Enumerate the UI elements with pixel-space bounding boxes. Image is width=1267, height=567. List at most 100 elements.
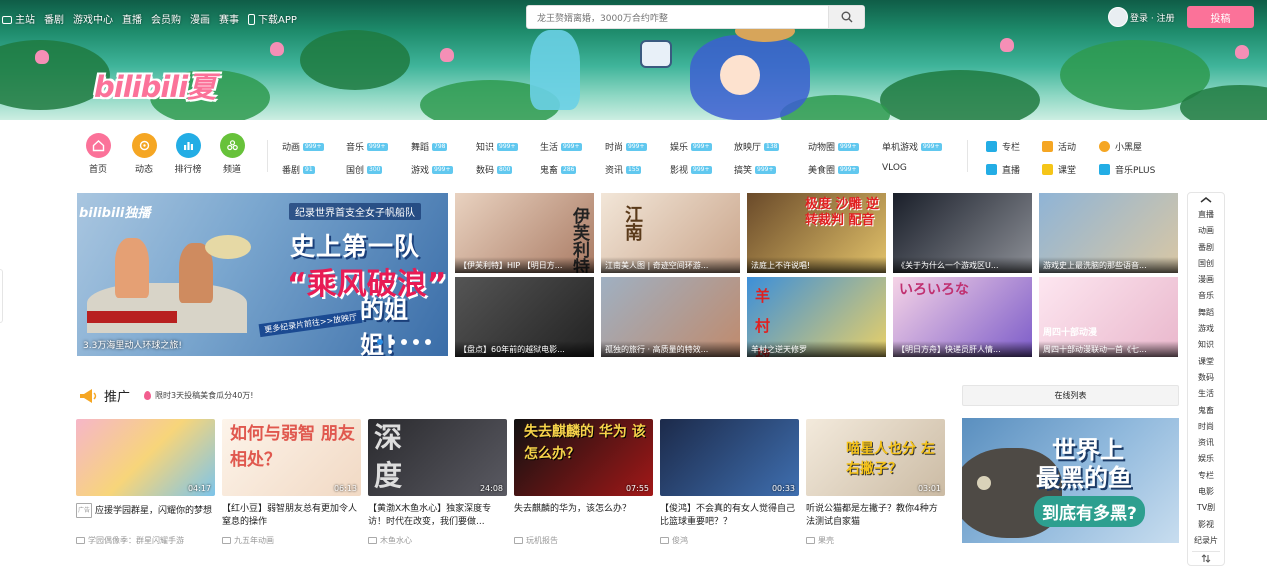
carousel-dot[interactable] <box>377 339 383 345</box>
side-nav-item[interactable]: 漫画 <box>1188 272 1224 288</box>
search-input[interactable] <box>527 8 827 30</box>
video-cover[interactable]: 00:33 <box>660 419 799 496</box>
video-title[interactable]: 听说公猫都是左撇子？教你4种方法测试自家猫 <box>806 503 945 529</box>
link-live[interactable]: 直播 <box>986 163 1020 176</box>
video-cover[interactable]: 如何与弱智 朋友相处？ 06:13 <box>222 419 361 496</box>
nav-match[interactable]: 赛事 <box>219 11 239 26</box>
quicknav-channel[interactable]: 频道 <box>212 133 252 175</box>
side-nav-item[interactable]: 直播 <box>1188 207 1224 223</box>
left-edge-handle[interactable] <box>0 269 3 323</box>
promo-subtitle[interactable]: 限时3天投稿美食瓜分40万! <box>144 390 254 401</box>
video-thumb[interactable]: いろいろな 【明日方舟】快递员肝人情... <box>893 277 1032 357</box>
uploader-link[interactable]: 木鱼水心 <box>368 535 507 546</box>
nav-mall[interactable]: 会员购 <box>151 11 181 26</box>
nav-manga[interactable]: 漫画 <box>190 11 210 26</box>
uploader-link[interactable]: 玩机报告 <box>514 535 653 546</box>
video-cover[interactable]: 深度 专访24:08 <box>368 419 507 496</box>
promo-video-card[interactable]: 04:17 广告 应援学园群星，闪耀你的梦想学园偶像季：群星闪耀手游 <box>76 419 215 546</box>
category-link[interactable]: 影视 999+ <box>670 163 712 176</box>
side-nav-item[interactable]: 数码 <box>1188 370 1224 386</box>
feature-ad-card[interactable]: 世界上 最黑的鱼 到底有多黑? <box>962 418 1179 543</box>
login-register-link[interactable]: 登录 · 注册 <box>1130 11 1175 24</box>
online-list-button[interactable]: 在线列表 <box>962 385 1179 406</box>
category-link[interactable]: 游戏 999+ <box>411 163 453 176</box>
carousel-dot[interactable] <box>425 339 431 345</box>
side-nav-item[interactable]: 音乐 <box>1188 288 1224 304</box>
carousel-dot[interactable] <box>413 339 419 345</box>
category-link[interactable]: 时尚 999+ <box>605 140 647 153</box>
category-link[interactable]: 生活 999+ <box>540 140 582 153</box>
category-link[interactable]: 动画 999+ <box>282 140 324 153</box>
video-cover[interactable]: 04:17 <box>76 419 215 496</box>
nav-game-center[interactable]: 游戏中心 <box>73 11 113 26</box>
nav-download-app[interactable]: 下载APP <box>248 11 297 26</box>
quicknav-home[interactable]: 首页 <box>78 133 118 175</box>
hero-subline[interactable]: 更多纪录片前往>>放映厅 <box>258 309 363 338</box>
carousel-dot[interactable] <box>401 339 407 345</box>
category-link[interactable]: 美食圈 999+ <box>808 163 859 176</box>
sort-icon[interactable] <box>1192 551 1220 565</box>
video-thumb[interactable]: 江南 江南美人图 | 奇迹空间环游... <box>601 193 740 273</box>
video-thumb[interactable]: 孤独的旅行 · 高质量的特效... <box>601 277 740 357</box>
side-nav-item[interactable]: 纪录片 <box>1188 533 1224 549</box>
category-link[interactable]: 资讯 155 <box>605 163 642 176</box>
uploader-link[interactable]: 学园偶像季：群星闪耀手游 <box>76 535 215 546</box>
quicknav-dynamic[interactable]: 动态 <box>124 133 164 175</box>
video-title[interactable]: 广告 应援学园群星，闪耀你的梦想 <box>76 503 215 529</box>
side-nav-item[interactable]: 电影 <box>1188 484 1224 500</box>
video-title[interactable]: 失去麒麟的华为，该怎么办？ <box>514 503 653 529</box>
category-link[interactable]: 动物圈 999+ <box>808 140 859 153</box>
upload-button[interactable]: 投稿 <box>1187 6 1254 28</box>
promo-video-card[interactable]: 喵星人也分 左右撇子？ 03:01 听说公猫都是左撇子？教你4种方法测试自家猫果壳 <box>806 419 945 546</box>
side-nav-item[interactable]: 国创 <box>1188 256 1224 272</box>
category-link[interactable]: 番剧 91 <box>282 163 315 176</box>
category-link[interactable]: 搞笑 999+ <box>734 163 776 176</box>
video-thumb[interactable]: 极度 沙雕 逆转裁判 配音 法庭上不许说唱! <box>747 193 886 273</box>
category-link[interactable]: 国创 300 <box>346 163 383 176</box>
category-link[interactable]: 舞蹈 798 <box>411 140 448 153</box>
nav-bangumi[interactable]: 番剧 <box>44 11 64 26</box>
video-thumb[interactable]: 游戏史上最洗脑的那些语音... <box>1039 193 1178 273</box>
promo-video-card[interactable]: 深度 专访24:08 【黄渤X木鱼水心】独家深度专访！时代在改变，我们要做... 木… <box>368 419 507 546</box>
side-nav-item[interactable]: 知识 <box>1188 337 1224 353</box>
video-thumb[interactable]: 【盘点】60年前的越狱电影... <box>455 277 594 357</box>
uploader-link[interactable]: 九五年动画 <box>222 535 361 546</box>
site-logo[interactable]: bilibili夏 <box>94 64 216 106</box>
promo-video-card[interactable]: 失去麒麟的 华为 该怎么办？ 07:55 失去麒麟的华为，该怎么办？ 玩机报告 <box>514 419 653 546</box>
side-nav-item[interactable]: 时尚 <box>1188 419 1224 435</box>
category-link[interactable]: 娱乐 999+ <box>670 140 712 153</box>
category-link[interactable]: 鬼畜 286 <box>540 163 577 176</box>
category-link[interactable]: VLOG <box>882 163 907 173</box>
category-link[interactable]: 放映厅 138 <box>734 140 780 153</box>
side-nav-item[interactable]: 生活 <box>1188 386 1224 402</box>
category-link[interactable]: 音乐 999+ <box>346 140 388 153</box>
side-nav-item[interactable]: 鬼畜 <box>1188 403 1224 419</box>
video-thumb[interactable]: 《关于为什么一个游戏区U... <box>893 193 1032 273</box>
uploader-link[interactable]: 果壳 <box>806 535 945 546</box>
link-activity[interactable]: 活动 <box>1042 140 1076 153</box>
uploader-link[interactable]: 俊鸿 <box>660 535 799 546</box>
video-cover[interactable]: 喵星人也分 左右撇子？ 03:01 <box>806 419 945 496</box>
search-button[interactable] <box>828 6 864 28</box>
side-nav-item[interactable]: 资讯 <box>1188 435 1224 451</box>
quicknav-ranking[interactable]: 排行榜 <box>168 133 208 175</box>
link-classroom[interactable]: 课堂 <box>1042 163 1076 176</box>
side-nav-item[interactable]: 舞蹈 <box>1188 305 1224 321</box>
side-nav-item[interactable]: 影视 <box>1188 517 1224 533</box>
side-nav-item[interactable]: 专栏 <box>1188 468 1224 484</box>
category-link[interactable]: 单机游戏 999+ <box>882 140 942 153</box>
side-nav-item[interactable]: 游戏 <box>1188 321 1224 337</box>
video-title[interactable]: 【红小豆】弱智朋友总有更加令人窒息的操作 <box>222 503 361 529</box>
category-link[interactable]: 知识 999+ <box>476 140 518 153</box>
nav-main[interactable]: 主站 <box>2 11 35 26</box>
carousel-dot[interactable] <box>389 339 395 345</box>
hero-carousel[interactable]: bilibili独播 纪录世界首支全女子帆船队 史上第一队 “乘风破浪” 的姐姐… <box>77 193 448 356</box>
video-title[interactable]: 【黄渤X木鱼水心】独家深度专访！时代在改变，我们要做... <box>368 503 507 529</box>
link-column[interactable]: 专栏 <box>986 140 1020 153</box>
promo-video-card[interactable]: 如何与弱智 朋友相处？ 06:13 【红小豆】弱智朋友总有更加令人窒息的操作九五年动… <box>222 419 361 546</box>
category-link[interactable]: 数码 800 <box>476 163 513 176</box>
video-cover[interactable]: 失去麒麟的 华为 该怎么办？ 07:55 <box>514 419 653 496</box>
side-nav-item[interactable]: 课堂 <box>1188 354 1224 370</box>
link-blackroom[interactable]: 小黑屋 <box>1099 140 1142 153</box>
side-nav-item[interactable]: 娱乐 <box>1188 451 1224 467</box>
